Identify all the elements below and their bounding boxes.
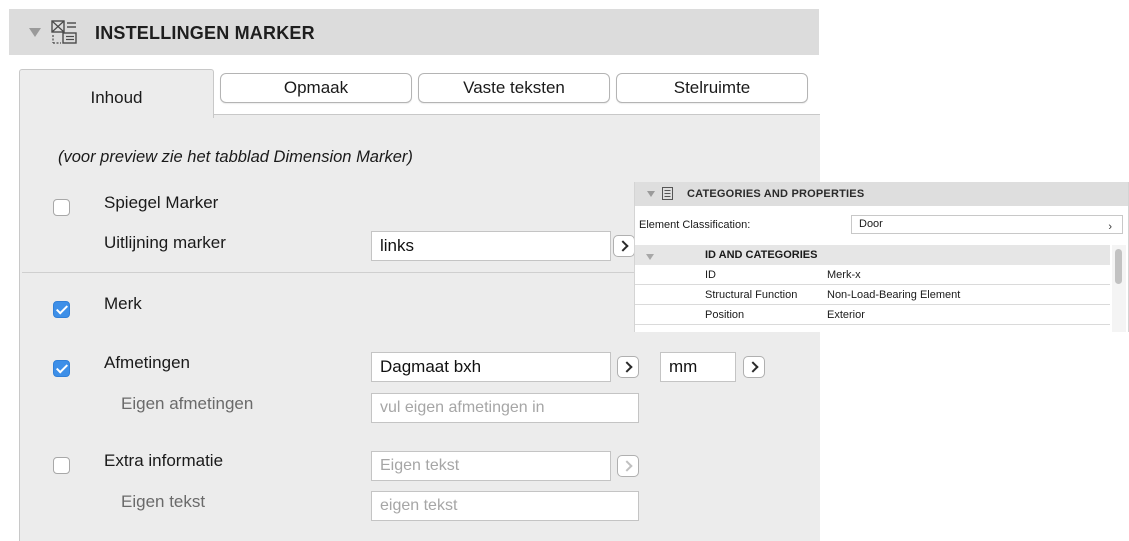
collapse-triangle-icon[interactable] [29,28,41,37]
merk-label: Merk [104,294,142,313]
property-name: ID [705,269,716,281]
id-categories-section[interactable]: ID AND CATEGORIES [635,245,1110,265]
preview-note: (voor preview zie het tabblad Dimension … [58,148,413,166]
tab-label: Inhoud [90,88,143,107]
table-row[interactable]: Structural Function Non-Load-Bearing Ele… [635,285,1110,305]
tab-vaste-teksten[interactable]: Vaste teksten [418,73,610,103]
scrollbar-thumb[interactable] [1115,249,1122,284]
tab-stelruimte[interactable]: Stelruimte [616,73,808,103]
section-title: ID AND CATEGORIES [705,249,818,261]
extra-informatie-chevron-right-icon [617,455,639,477]
unit-field[interactable]: mm [660,352,736,382]
eigen-afmetingen-input[interactable]: vul eigen afmetingen in [371,393,639,423]
document-list-icon [662,187,673,200]
element-classification-label: Element Classification: [639,219,751,231]
uitlijning-chevron-right-icon[interactable] [613,235,635,257]
afmetingen-chevron-right-icon[interactable] [617,356,639,378]
marker-settings-icon [51,20,77,44]
collapse-triangle-icon[interactable] [646,254,654,260]
chevron-right-icon: › [1108,221,1112,233]
property-value: Merk-x [827,269,861,281]
property-value: Non-Load-Bearing Element [827,289,961,301]
overlay-header[interactable]: CATEGORIES AND PROPERTIES [635,182,1128,206]
panel-header[interactable]: INSTELLINGEN MARKER [9,9,819,55]
tab-bar: Inhoud Opmaak Vaste teksten Stelruimte [9,55,819,118]
categories-properties-panel: CATEGORIES AND PROPERTIES Element Classi… [634,182,1129,332]
table-row[interactable]: ID Merk-x [635,265,1110,285]
property-name: Structural Function [705,289,798,301]
property-value: Exterior [827,309,865,321]
extra-informatie-checkbox[interactable] [53,457,70,474]
spiegel-marker-checkbox[interactable] [53,199,70,216]
unit-chevron-right-icon[interactable] [743,356,765,378]
eigen-afmetingen-label: Eigen afmetingen [121,394,254,413]
element-classification-value: Door [859,218,883,230]
table-row[interactable]: Position Exterior [635,305,1110,325]
panel-title: INSTELLINGEN MARKER [95,23,315,43]
extra-informatie-field: Eigen tekst [371,451,611,481]
tab-opmaak[interactable]: Opmaak [220,73,412,103]
property-name: Position [705,309,745,321]
eigen-tekst-label: Eigen tekst [121,492,206,511]
eigen-tekst-input[interactable]: eigen tekst [371,491,639,521]
scrollbar[interactable] [1112,245,1126,332]
uitlijning-marker-label: Uitlijning marker [104,233,226,252]
merk-checkbox[interactable] [53,301,70,318]
afmetingen-label: Afmetingen [104,353,190,372]
extra-informatie-label: Extra informatie [104,451,224,470]
tab-inhoud[interactable]: Inhoud [19,69,214,118]
collapse-triangle-icon[interactable] [647,191,655,197]
element-classification-select[interactable]: Door › [851,215,1123,234]
spiegel-marker-label: Spiegel Marker [104,193,219,212]
afmetingen-checkbox[interactable] [53,360,70,377]
overlay-title: CATEGORIES AND PROPERTIES [687,188,865,200]
afmetingen-field[interactable]: Dagmaat bxh [371,352,611,382]
uitlijning-marker-field[interactable]: links [371,231,611,261]
